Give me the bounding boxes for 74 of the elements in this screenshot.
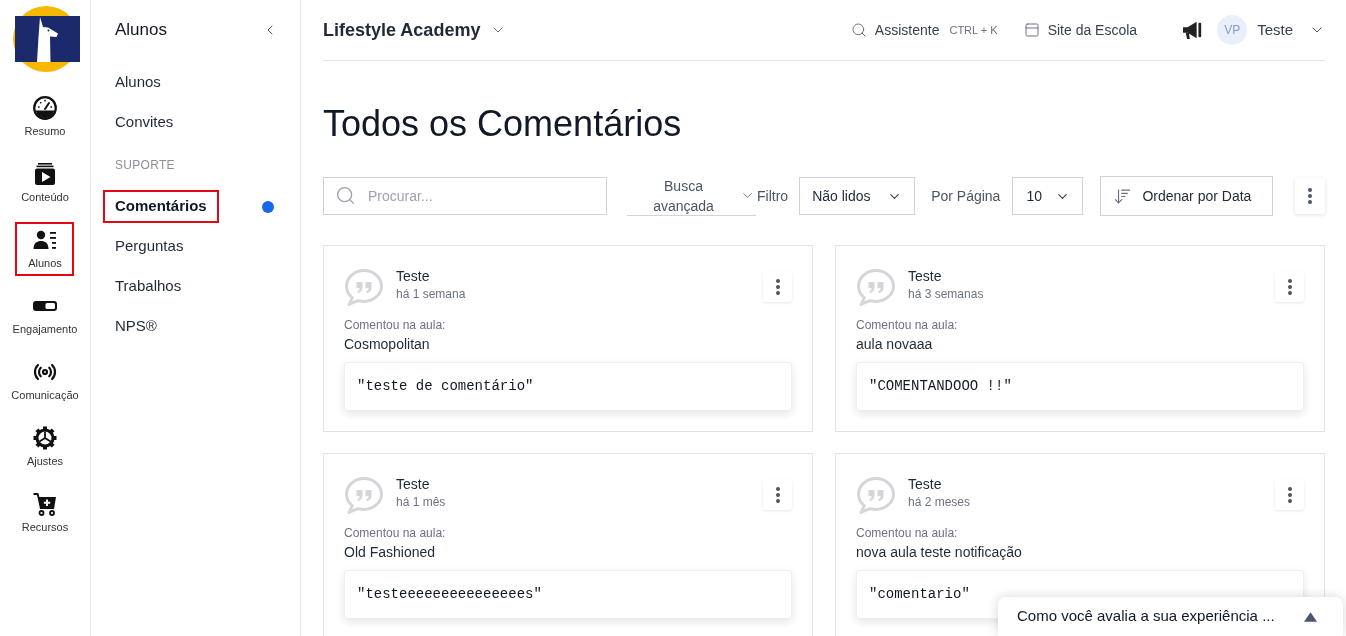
toggle-icon bbox=[33, 301, 57, 311]
search-field[interactable]: Procurar... bbox=[323, 177, 607, 215]
page-title: Todos os Comentários bbox=[323, 102, 683, 146]
video-stack-icon bbox=[33, 162, 57, 186]
vertical-dots-icon bbox=[1308, 188, 1312, 204]
lesson-label: Comentou na aula: bbox=[856, 525, 959, 541]
vertical-dots-icon bbox=[775, 486, 780, 503]
nav-item[interactable]: Recursos bbox=[15, 486, 75, 540]
gauge-icon bbox=[33, 96, 57, 120]
quote-bubble-icon bbox=[344, 476, 384, 514]
submenu-item[interactable]: Trabalhos bbox=[103, 270, 194, 303]
comment-text: "teste de comentário" bbox=[344, 362, 792, 411]
lesson-name: Old Fashioned bbox=[344, 543, 437, 562]
lesson-name: nova aula teste notificação bbox=[856, 543, 1023, 562]
sort-button[interactable]: Ordenar por Data bbox=[1100, 176, 1274, 216]
lesson-label: Comentou na aula: bbox=[344, 525, 447, 541]
submenu-item[interactable]: Comentários bbox=[103, 190, 219, 223]
user-initials-avatar: VP bbox=[1217, 15, 1248, 45]
browser-window-icon bbox=[1023, 22, 1040, 38]
feedback-toggle[interactable]: Como você avalia a sua experiência ... bbox=[998, 597, 1343, 636]
lesson-name: Cosmopolitan bbox=[344, 335, 431, 354]
vertical-dots-icon bbox=[775, 278, 780, 295]
author-name: Teste bbox=[396, 475, 431, 494]
comment-text: "testeeeeeeeeeeeeeees" bbox=[344, 570, 792, 619]
submenu-item[interactable]: NPS® bbox=[103, 310, 169, 343]
gear-icon bbox=[33, 426, 57, 450]
quote-bubble-icon bbox=[344, 268, 384, 306]
comment-time: há 1 mês bbox=[396, 494, 446, 510]
vertical-dots-icon bbox=[1287, 278, 1292, 295]
person-list-icon bbox=[33, 228, 57, 252]
user-menu[interactable]: VP Teste bbox=[1217, 15, 1325, 45]
card-menu-button[interactable] bbox=[763, 271, 792, 302]
lesson-name: aula novaaa bbox=[856, 335, 934, 354]
comment-text: "COMENTANDOOO !!" bbox=[856, 362, 1304, 411]
nav-item[interactable]: Ajustes bbox=[15, 420, 75, 474]
vertical-dots-icon bbox=[1287, 486, 1292, 503]
comment-time: há 2 meses bbox=[908, 494, 971, 510]
site-link[interactable]: Site da Escola bbox=[1023, 19, 1138, 41]
nav-item[interactable]: Alunos bbox=[15, 222, 75, 276]
triangle-up-icon bbox=[1304, 611, 1317, 622]
submenu-title: Alunos bbox=[115, 19, 167, 42]
submenu-item[interactable]: Perguntas bbox=[103, 230, 196, 263]
quote-bubble-icon bbox=[856, 476, 896, 514]
lesson-label: Comentou na aula: bbox=[344, 317, 447, 333]
school-switcher[interactable]: Lifestyle Academy bbox=[323, 16, 507, 44]
card-menu-button[interactable] bbox=[1275, 479, 1304, 510]
nav-item[interactable]: Comunicação bbox=[7, 354, 83, 408]
advanced-search-toggle[interactable]: Busca avançada bbox=[627, 176, 756, 216]
author-name: Teste bbox=[908, 267, 943, 286]
cart-plus-icon bbox=[33, 492, 57, 516]
filter-select[interactable]: Não lidos bbox=[799, 177, 916, 215]
keyboard-shortcut: CTRL + K bbox=[949, 22, 998, 38]
search-icon bbox=[335, 185, 356, 206]
section-label: SUPORTE bbox=[115, 156, 175, 174]
nav-item[interactable]: Conteúdo bbox=[15, 156, 75, 210]
author-name: Teste bbox=[396, 267, 431, 286]
filter-label: Filtro bbox=[757, 186, 789, 206]
comment-time: há 1 semana bbox=[396, 286, 466, 302]
assistant-button[interactable]: Assistente bbox=[850, 19, 940, 41]
comment-time: há 3 semanas bbox=[908, 286, 984, 302]
submenu-item[interactable]: Alunos bbox=[103, 66, 173, 99]
more-options-button[interactable] bbox=[1295, 178, 1325, 214]
submenu-item[interactable]: Convites bbox=[103, 106, 186, 139]
card-menu-button[interactable] bbox=[763, 479, 792, 510]
page-size-select[interactable]: 10 bbox=[1012, 177, 1084, 215]
lesson-label: Comentou na aula: bbox=[856, 317, 959, 333]
quote-bubble-icon bbox=[856, 268, 896, 306]
card-menu-button[interactable] bbox=[1275, 271, 1304, 302]
search-icon bbox=[850, 22, 867, 38]
page-size-label: Por Página bbox=[931, 186, 1001, 206]
llama-logo bbox=[12, 5, 80, 73]
nav-item[interactable]: Engajamento bbox=[8, 288, 82, 342]
nav-item[interactable]: Resumo bbox=[15, 90, 75, 144]
author-name: Teste bbox=[908, 475, 943, 494]
